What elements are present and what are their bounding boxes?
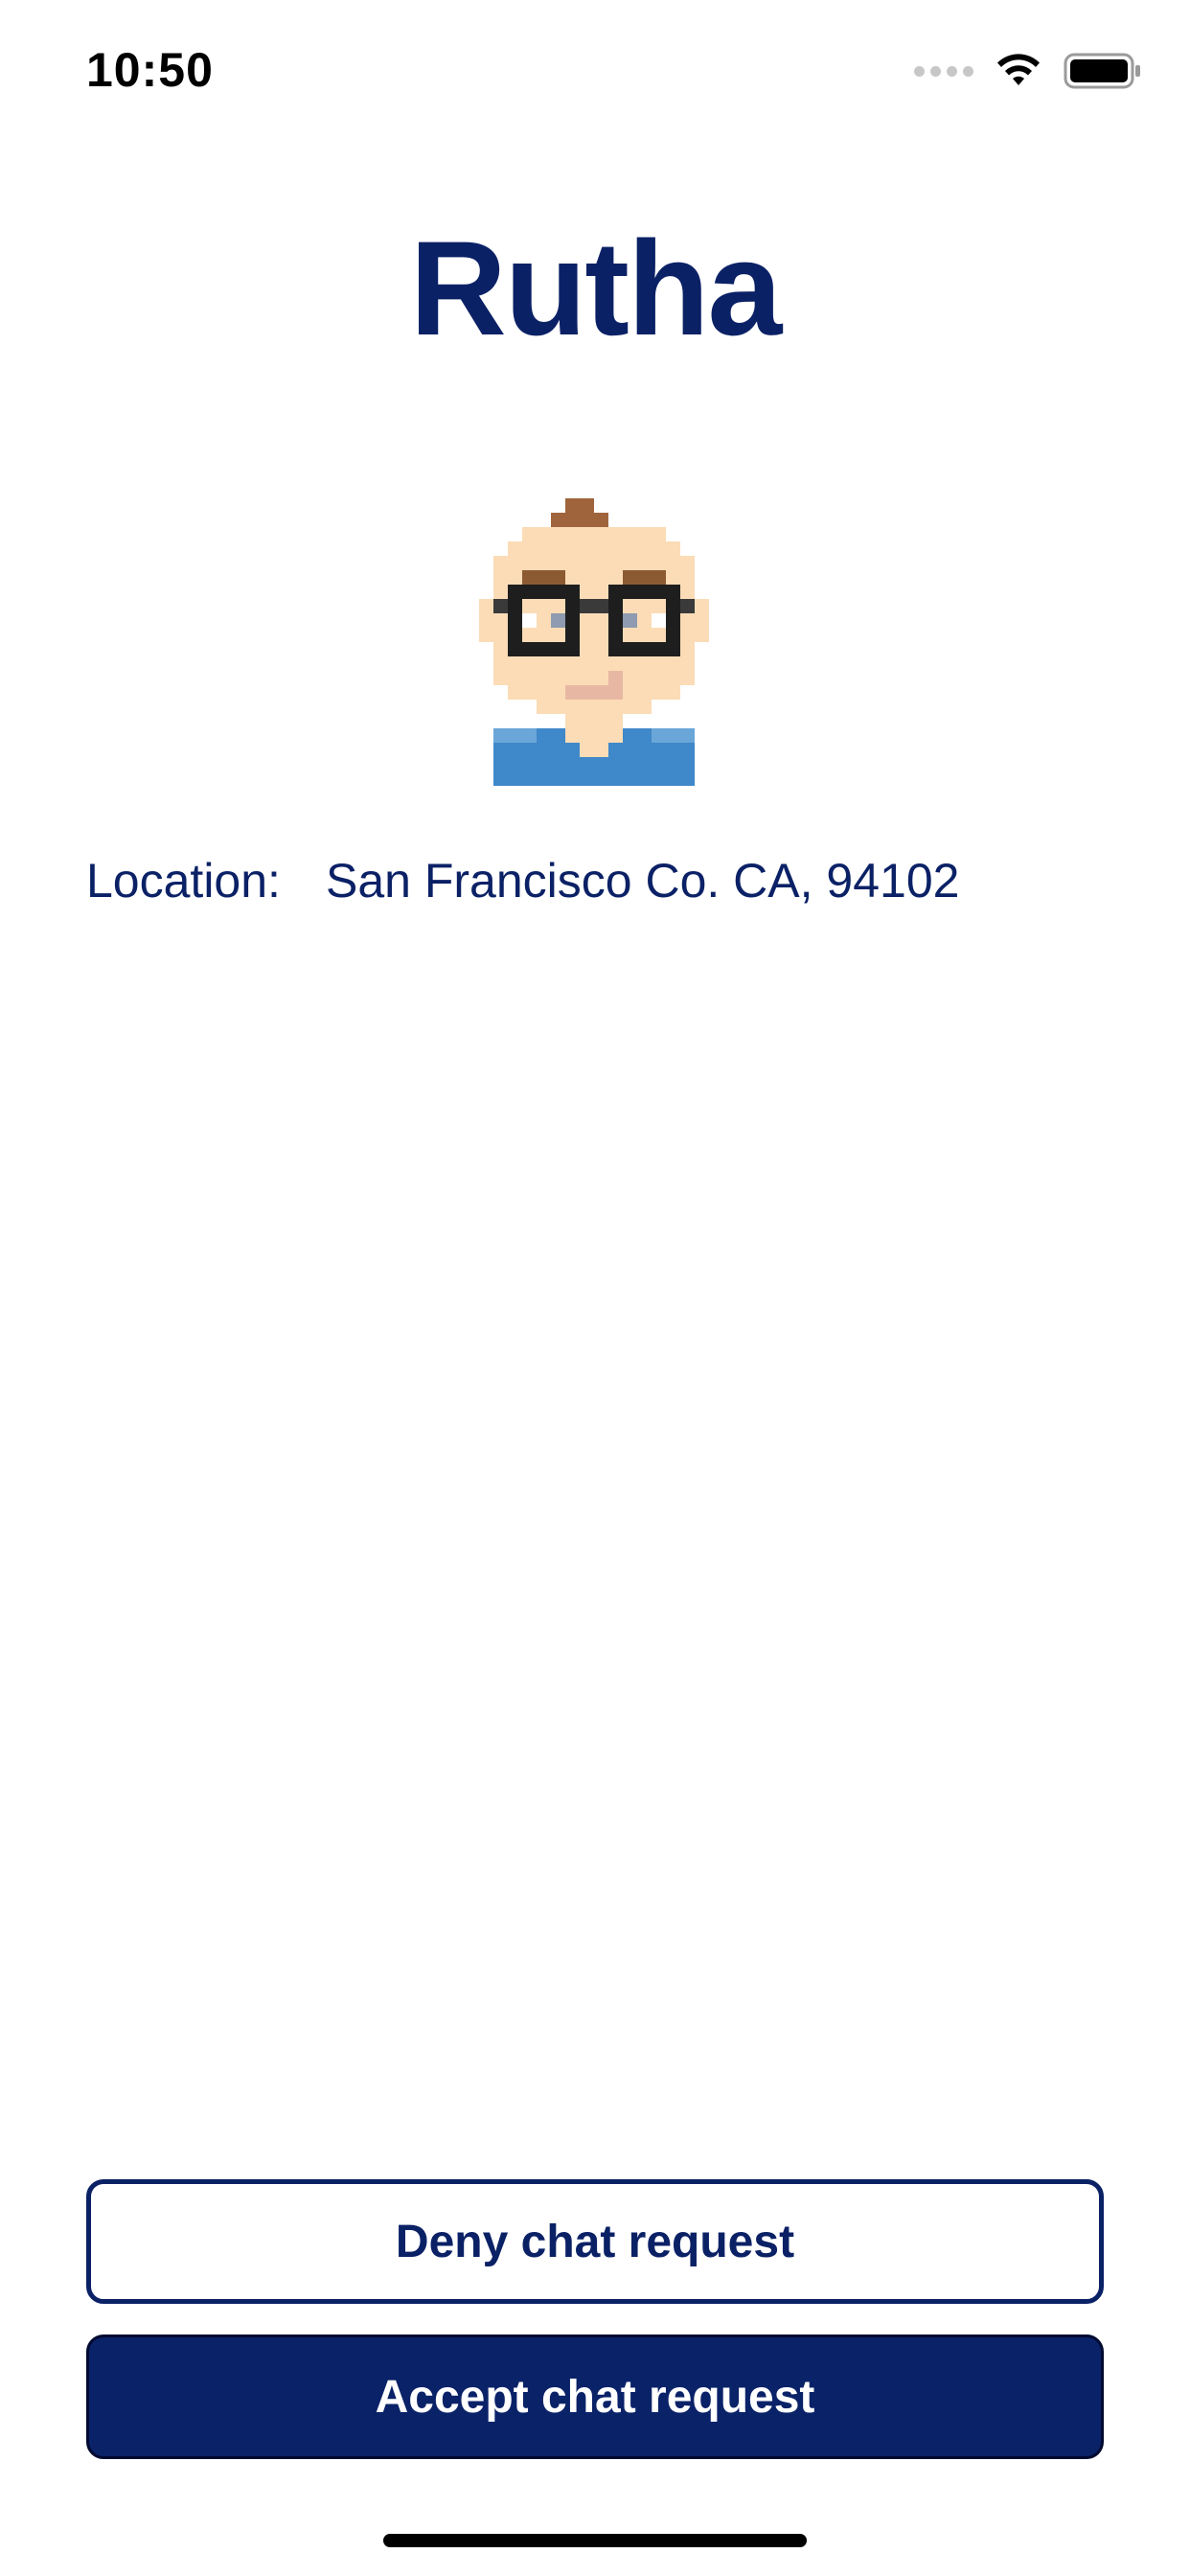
battery-icon [1064, 53, 1140, 89]
deny-button-label: Deny chat request [395, 2216, 795, 2267]
accept-chat-request-button[interactable]: Accept chat request [86, 2334, 1104, 2459]
status-time: 10:50 [86, 43, 214, 97]
avatar [479, 498, 709, 786]
location-label: Location: [86, 854, 281, 908]
cellular-signal-icon [914, 65, 973, 77]
status-icons [914, 52, 1142, 90]
location-row: Location: San Francisco Co. CA, 94102 [86, 853, 959, 908]
status-bar: 10:50 [0, 0, 1190, 144]
accept-button-label: Accept chat request [375, 2371, 815, 2423]
deny-chat-request-button[interactable]: Deny chat request [86, 2179, 1104, 2304]
wifi-icon [997, 54, 1040, 85]
home-indicator[interactable] [383, 2534, 807, 2547]
profile-name: Rutha [409, 213, 783, 363]
location-value: San Francisco Co. CA, 94102 [326, 854, 960, 908]
